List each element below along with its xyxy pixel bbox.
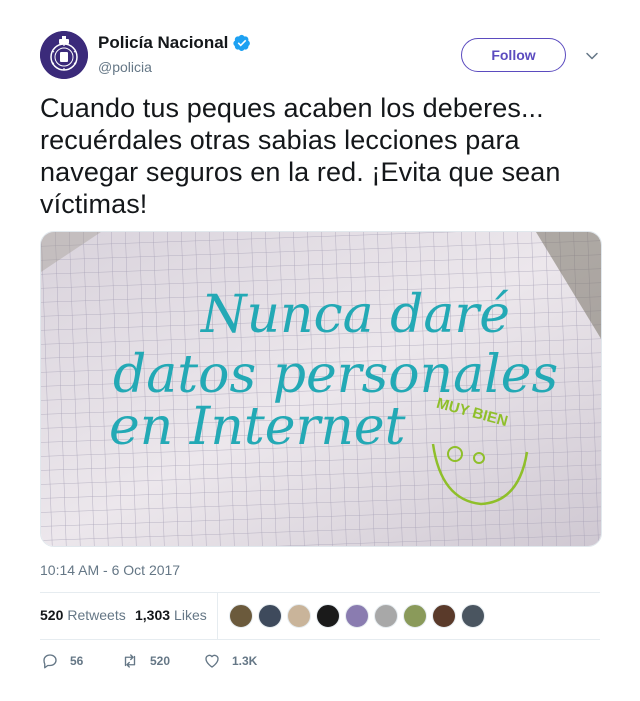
verified-badge-icon — [233, 34, 251, 52]
liker-avatar[interactable] — [345, 604, 369, 628]
like-count: 1.3K — [232, 654, 258, 668]
retweet-button[interactable]: 520 — [120, 652, 170, 670]
likes-stat[interactable]: 1,303 Likes — [135, 607, 207, 623]
display-name[interactable]: Policía Nacional — [98, 33, 251, 53]
chevron-down-icon[interactable] — [585, 49, 599, 63]
liker-avatar[interactable] — [287, 604, 311, 628]
retweet-icon — [124, 654, 136, 668]
liker-avatar[interactable] — [316, 604, 340, 628]
liker-avatar[interactable] — [461, 604, 485, 628]
image-line-2: datos personales — [113, 345, 558, 405]
tweet-header: Policía Nacional @policia Follow — [40, 31, 600, 81]
tweet-media-image[interactable]: Nunca daré datos personales en Internet … — [40, 231, 602, 547]
divider — [40, 639, 600, 640]
follow-button[interactable]: Follow — [461, 38, 566, 72]
liker-avatar[interactable] — [258, 604, 282, 628]
liker-avatars — [229, 604, 485, 628]
tweet-stats: 520 Retweets 1,303 Likes — [40, 593, 600, 639]
avatar[interactable] — [40, 31, 88, 79]
retweets-label: Retweets — [67, 607, 126, 623]
liker-avatar[interactable] — [403, 604, 427, 628]
reply-icon — [43, 654, 57, 669]
notebook-photo: Nunca daré datos personales en Internet … — [41, 232, 601, 546]
stats-separator — [217, 593, 218, 639]
tweet-actions: 56 520 1.3K — [40, 648, 600, 674]
retweets-stat[interactable]: 520 Retweets — [40, 607, 126, 623]
likes-label: Likes — [174, 607, 207, 623]
display-name-text: Policía Nacional — [98, 33, 229, 52]
likes-count: 1,303 — [135, 607, 171, 623]
retweet-count: 520 — [150, 654, 171, 668]
user-name-block[interactable]: Policía Nacional @policia — [98, 33, 251, 75]
heart-icon — [205, 654, 219, 668]
liker-avatar[interactable] — [374, 604, 398, 628]
reply-count: 56 — [70, 654, 84, 668]
liker-avatar[interactable] — [432, 604, 456, 628]
user-handle[interactable]: @policia — [98, 59, 251, 75]
image-line-1: Nunca daré — [199, 285, 510, 345]
like-button[interactable]: 1.3K — [202, 652, 257, 670]
liker-avatar[interactable] — [229, 604, 253, 628]
retweets-count: 520 — [40, 607, 64, 623]
image-line-3: en Internet — [109, 397, 406, 457]
police-badge-icon — [40, 31, 88, 79]
reply-button[interactable]: 56 — [40, 652, 83, 670]
tweet-timestamp[interactable]: 10:14 AM - 6 Oct 2017 — [40, 562, 180, 578]
tweet-text: Cuando tus peques acaben los deberes... … — [40, 93, 561, 219]
